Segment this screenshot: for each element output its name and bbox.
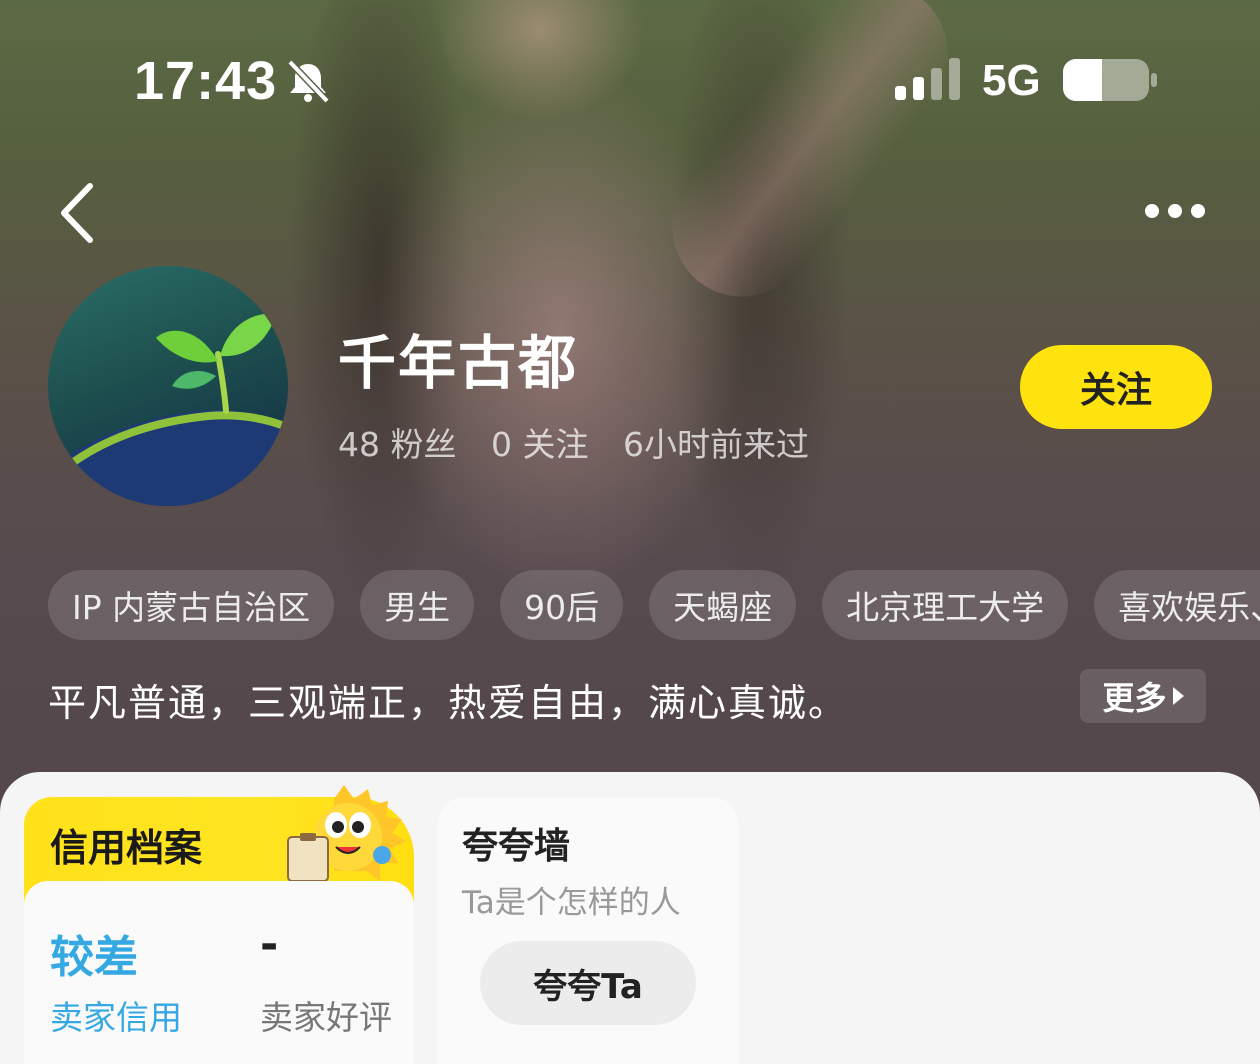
status-time: 17:43 (134, 51, 278, 111)
praise-wall-title: 夸夸墙 (462, 826, 571, 867)
profile-bio: 平凡普通，三观端正，热爱自由，满心真诚。 (48, 681, 849, 725)
credit-title: 信用档案 (50, 826, 203, 870)
seller-rating-label: 卖家好评 (260, 998, 392, 1037)
tag-school[interactable]: 北京理工大学 (822, 570, 1069, 640)
tag-zodiac[interactable]: 天蝎座 (649, 570, 797, 640)
seller-rating-value: - (260, 919, 279, 970)
caret-right-icon (1172, 687, 1184, 705)
bell-muted-icon (287, 59, 330, 104)
credit-body: 较差 卖家信用 - 卖家好评 (24, 881, 414, 1064)
following-count[interactable]: 0 关注 (491, 425, 589, 464)
network-type: 5G (982, 56, 1041, 105)
praise-button[interactable]: 夸夸Ta (480, 941, 696, 1025)
seller-credit-label: 卖家信用 (50, 998, 182, 1037)
more-info-button[interactable]: 更多 (1080, 669, 1206, 723)
fans-count[interactable]: 48 粉丝 (338, 425, 456, 464)
tag-interests[interactable]: 喜欢娱乐、 (1094, 570, 1260, 640)
avatar[interactable] (48, 266, 288, 506)
signal-icon (895, 58, 960, 100)
tag-gender[interactable]: 男生 (360, 570, 475, 640)
last-seen: 6小时前来过 (622, 425, 809, 464)
follow-button[interactable]: 关注 (1020, 345, 1212, 429)
praise-wall-subtitle: Ta是个怎样的人 (462, 885, 681, 921)
more-info-label: 更多 (1102, 679, 1167, 717)
battery-icon (1063, 59, 1157, 101)
profile-tags: IP 内蒙古自治区 男生 90后 天蝎座 北京理工大学 喜欢娱乐、 (48, 570, 1260, 640)
tag-age[interactable]: 90后 (500, 570, 624, 640)
user-name: 千年古都 (338, 329, 579, 397)
more-icon[interactable] (1140, 198, 1210, 224)
back-icon[interactable] (56, 180, 100, 246)
seller-credit-value: 较差 (50, 932, 138, 983)
profile-stats: 48 粉丝 0 关注 6小时前来过 (338, 418, 833, 466)
sprout-icon (48, 313, 288, 506)
praise-wall-card[interactable]: 夸夸墙 Ta是个怎样的人 夸夸Ta (438, 797, 738, 1064)
tag-ip[interactable]: IP 内蒙古自治区 (48, 570, 335, 640)
mascot-icon (287, 785, 406, 882)
credit-card[interactable]: 信用档案 较差 卖家信用 - 卖家好评 (24, 785, 414, 1064)
